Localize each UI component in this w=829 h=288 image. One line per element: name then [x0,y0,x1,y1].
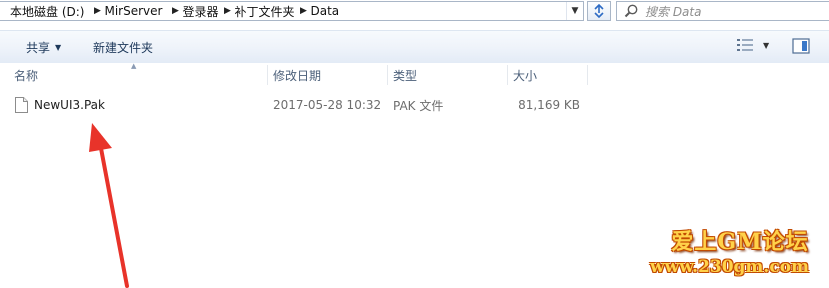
breadcrumb-item[interactable]: 本地磁盘 (D:) [10,2,84,20]
file-type: PAK 文件 [393,98,444,113]
breadcrumb-label: 本地磁盘 (D:) [10,4,85,19]
column-header-type[interactable]: 类型 [393,63,506,87]
breadcrumb-item[interactable]: 补丁文件夹 [234,2,294,20]
new-folder-label: 新建文件夹 [93,40,154,55]
watermark-title: 爱上GM论坛 [671,229,809,255]
file-size: 81,169 KB [518,98,580,112]
search-placeholder: 搜索 Data [645,4,702,19]
breadcrumb-item[interactable]: Data [310,2,339,20]
column-divider[interactable] [587,65,588,85]
file-icon [15,97,28,113]
breadcrumb-separator-icon[interactable]: ▶ [168,6,182,16]
refresh-icon [594,4,604,18]
breadcrumb-label: MirServer [104,4,163,18]
column-divider[interactable] [507,65,508,85]
new-folder-button[interactable]: 新建文件夹 [93,38,153,56]
column-divider[interactable] [387,65,388,85]
column-header-label: 名称 [14,68,39,83]
chevron-down-icon: ▼ [571,6,579,16]
breadcrumb-separator-icon[interactable]: ▶ [220,6,234,16]
search-input[interactable]: 搜索 Data [616,1,829,21]
column-header-label: 类型 [393,68,418,83]
address-bar[interactable]: 本地磁盘 (D:) ▶ MirServer ▶ 登录器 ▶ 补丁文件夹 ▶ Da… [0,1,584,21]
preview-pane-icon [792,38,810,54]
file-name-cell: NewUI3.Pak [15,94,105,116]
file-name: NewUI3.Pak [34,98,105,112]
watermark-url: www.230gm.com [649,257,810,277]
column-header-name[interactable]: 名称 [14,63,266,87]
preview-pane-button[interactable] [792,38,810,54]
chevron-down-icon: ▼ [55,42,62,52]
share-button[interactable]: 共享 ▼ [26,38,61,56]
refresh-button[interactable] [587,1,611,21]
column-header-row: ▲ 名称 修改日期 类型 大小 [0,62,829,87]
file-date-modified: 2017-05-28 10:32 [273,98,382,112]
column-header-label: 修改日期 [273,68,322,83]
breadcrumb-separator-icon[interactable]: ▶ [296,6,310,16]
change-view-button[interactable]: ▼ [737,39,769,51]
column-header-date-modified[interactable]: 修改日期 [273,63,386,87]
details-view-icon [737,39,753,51]
address-history-dropdown-button[interactable]: ▼ [566,2,583,20]
breadcrumb-label: 补丁文件夹 [234,4,295,19]
chevron-down-icon: ▼ [763,40,770,50]
share-label: 共享 [26,40,51,55]
breadcrumb-separator-icon[interactable]: ▶ [90,6,104,16]
navigation-bar: 本地磁盘 (D:) ▶ MirServer ▶ 登录器 ▶ 补丁文件夹 ▶ Da… [0,0,829,23]
column-divider[interactable] [267,65,268,85]
column-header-size[interactable]: 大小 [513,63,587,87]
search-icon [624,4,638,18]
breadcrumb-label: 登录器 [182,4,219,19]
breadcrumb-item[interactable]: 登录器 [182,2,218,20]
command-bar: 共享 ▼ 新建文件夹 ▼ [0,30,829,64]
column-header-label: 大小 [513,68,538,83]
breadcrumb-label: Data [310,4,340,18]
breadcrumb-item[interactable]: MirServer [104,2,162,20]
file-row[interactable]: NewUI3.Pak 2017-05-28 10:32 PAK 文件 81,16… [0,94,829,116]
